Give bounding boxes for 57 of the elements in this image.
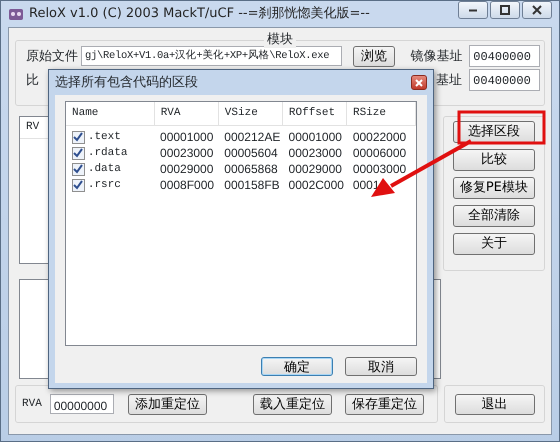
table-cell-text: 0008F000: [159, 177, 216, 194]
table-cell-text: 00065868: [223, 161, 279, 178]
table-cell-text: 0002C000: [288, 177, 345, 194]
table-cell-text: 00029000: [288, 161, 343, 178]
table-cell-text: 000158FB: [223, 177, 281, 194]
close-icon: [532, 5, 542, 15]
table-cell-text: 00029000: [159, 161, 214, 178]
table-cell-text: .data: [86, 162, 122, 177]
column-header[interactable]: RVA: [154, 102, 219, 125]
app-icon: [8, 6, 24, 22]
maximize-icon: [500, 5, 510, 15]
table-cell-text: .rdata: [86, 146, 128, 161]
table-cell-text: 00023000: [159, 145, 214, 162]
field-label: 原始文件: [26, 49, 78, 64]
column-header[interactable]: Name: [66, 102, 155, 125]
action-button[interactable]: 修复PE模块: [452, 177, 535, 199]
table-cell-text: 0001: [352, 177, 381, 194]
group-title: 模块: [264, 32, 296, 48]
column-header[interactable]: ROffset: [282, 102, 347, 125]
close-button[interactable]: [522, 1, 552, 19]
minimize-icon: [469, 8, 477, 12]
field-label: 基址: [436, 73, 462, 88]
column-header[interactable]: RSize: [346, 102, 416, 125]
image-base-field[interactable]: 00400000: [469, 45, 540, 67]
action-button[interactable]: 全部清除: [452, 205, 535, 227]
window-title: ReloX v1.0 (C) 2003 MackT/uCF --=刹那恍惚美化版=--: [29, 5, 370, 24]
field-label: 比: [26, 73, 39, 88]
table-cell-text: 00023000: [288, 145, 343, 162]
ok-button[interactable]: 确定: [261, 357, 333, 376]
checkbox[interactable]: [72, 146, 85, 160]
relocation-button[interactable]: 添加重定位: [128, 394, 207, 414]
checkbox[interactable]: [72, 162, 85, 176]
checkbox[interactable]: [72, 130, 85, 144]
relocation-button[interactable]: 保存重定位: [344, 394, 424, 414]
cancel-button[interactable]: 取消: [345, 357, 417, 376]
dialog-title: 选择所有包含代码的区段: [55, 74, 198, 90]
browse-button[interactable]: 浏览: [352, 46, 396, 66]
file-path-field[interactable]: gj\ReloX+V1.0a+汉化+美化+XP+风格\ReloX.exe: [81, 46, 342, 66]
column-header[interactable]: VSize: [218, 102, 283, 125]
relocation-button[interactable]: 载入重定位: [252, 394, 332, 414]
field-label: RVA: [22, 396, 42, 412]
action-button[interactable]: 选择区段: [452, 121, 535, 143]
action-button[interactable]: 比较: [452, 149, 535, 171]
image-base-field[interactable]: 00400000: [469, 69, 540, 91]
checkbox[interactable]: [72, 178, 85, 192]
table-cell-text: 00005604: [223, 145, 279, 162]
close-button[interactable]: [411, 75, 427, 90]
exit-button[interactable]: 退出: [454, 394, 535, 414]
close-icon: [415, 78, 423, 86]
minimize-button[interactable]: [458, 1, 488, 19]
field-label: 镜像基址: [410, 49, 462, 64]
table-cell-text: 00006000: [352, 145, 408, 162]
maximize-button[interactable]: [490, 1, 520, 19]
rva-field[interactable]: 00000000: [50, 394, 114, 414]
table-cell-text: .rsrc: [86, 178, 122, 193]
table-cell-text: 00003000: [352, 161, 408, 178]
action-button[interactable]: 关于: [452, 233, 535, 255]
